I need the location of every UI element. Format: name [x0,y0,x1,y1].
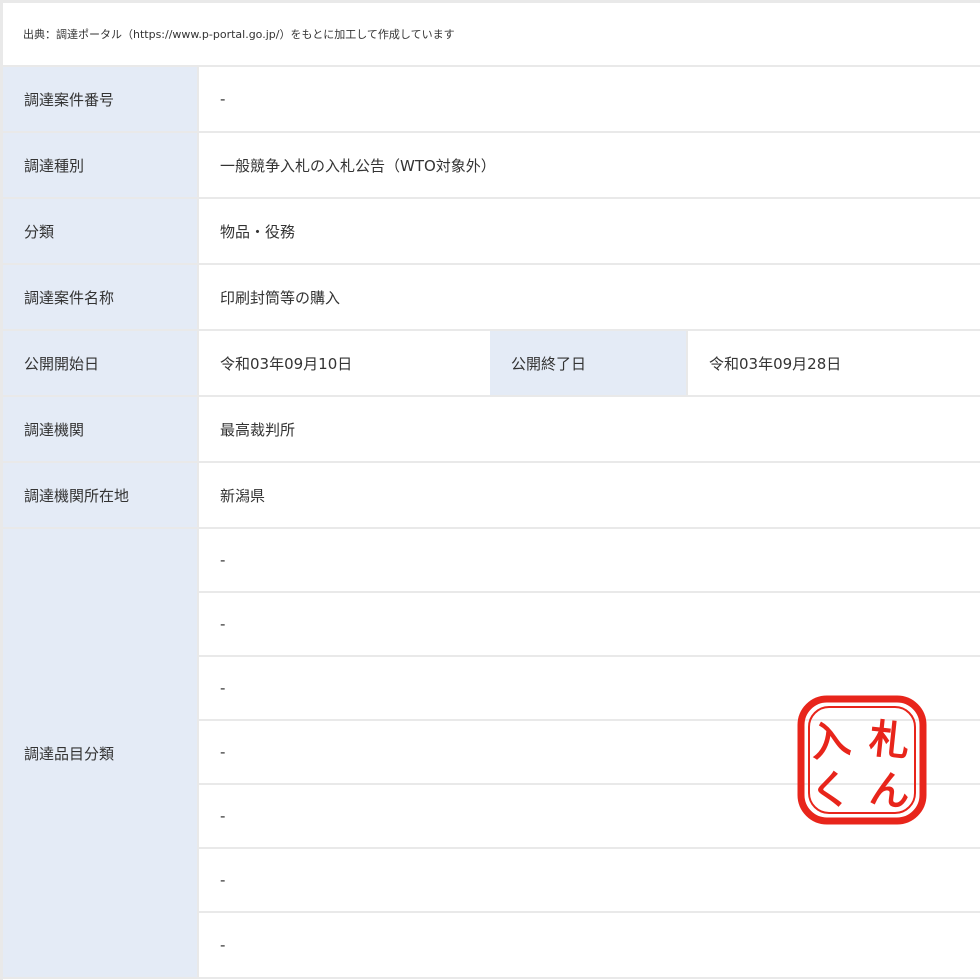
value-agency-location: 新潟県 [199,463,980,527]
label-procurement-type: 調達種別 [3,133,197,197]
value-agency: 最高裁判所 [199,397,980,461]
item-category-value: - [199,593,980,657]
row-classification: 分類 物品・役務 [3,199,980,265]
row-case-number: 調達案件番号 - [3,67,980,133]
item-category-value: - [199,849,980,913]
item-category-value: - [199,529,980,593]
item-category-value: - [199,913,980,977]
row-agency: 調達機関 最高裁判所 [3,397,980,463]
label-end-date: 公開終了日 [490,331,686,395]
row-procurement-type: 調達種別 一般競争入札の入札公告（WTO対象外） [3,133,980,199]
procurement-detail-page: 出典：調達ポータル（https://www.p-portal.go.jp/）をも… [3,3,980,980]
value-start-date: 令和03年09月10日 [199,331,490,395]
row-publication-dates: 公開開始日 令和03年09月10日 公開終了日 令和03年09月28日 [3,331,980,397]
source-note: 出典：調達ポータル（https://www.p-portal.go.jp/）をも… [3,3,980,67]
value-case-number: - [199,67,980,131]
row-agency-location: 調達機関所在地 新潟県 [3,463,980,529]
value-classification: 物品・役務 [199,199,980,263]
seal-char-ku: く [808,765,853,816]
label-agency: 調達機関 [3,397,197,461]
label-agency-location: 調達機関所在地 [3,463,197,527]
seal-char-ire: 入 [807,715,853,767]
row-case-name: 調達案件名称 印刷封筒等の購入 [3,265,980,331]
label-start-date: 公開開始日 [3,331,197,395]
label-case-number: 調達案件番号 [3,67,197,131]
seal-char-fuda: 札 [867,715,912,766]
label-case-name: 調達案件名称 [3,265,197,329]
value-procurement-type: 一般競争入札の入札公告（WTO対象外） [199,133,980,197]
value-end-date: 令和03年09月28日 [688,331,980,395]
seal-char-n: ん [867,765,913,817]
nyusatsu-kun-seal-logo: 入 札 く ん [797,695,927,825]
label-classification: 分類 [3,199,197,263]
value-case-name: 印刷封筒等の購入 [199,265,980,329]
label-item-category: 調達品目分類 [3,529,197,977]
